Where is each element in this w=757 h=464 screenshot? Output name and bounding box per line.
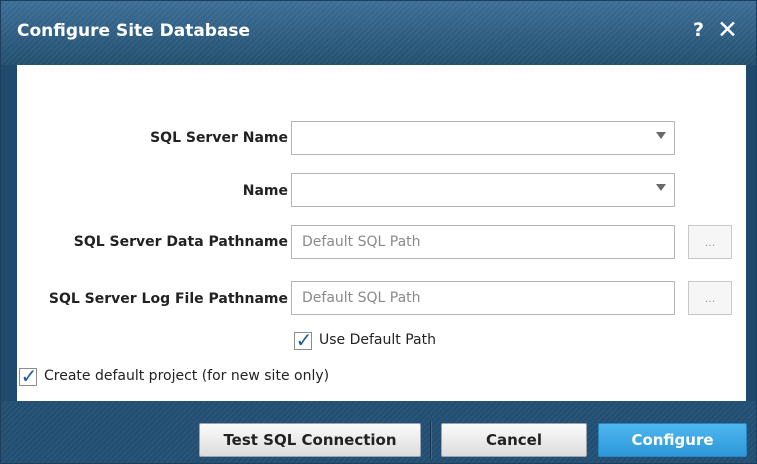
sql-server-name-dropdown[interactable] bbox=[291, 121, 675, 155]
data-pathname-browse-button[interactable]: ... bbox=[688, 225, 732, 259]
configure-site-database-dialog: Configure Site Database ? ✕ SQL Server N… bbox=[0, 0, 757, 464]
test-sql-connection-button[interactable]: Test SQL Connection bbox=[199, 423, 421, 457]
chevron-down-icon[interactable] bbox=[656, 132, 666, 139]
checkmark-icon: ✓ bbox=[295, 328, 313, 352]
use-default-path-checkbox[interactable]: ✓ bbox=[294, 328, 312, 352]
name-dropdown[interactable] bbox=[291, 173, 675, 207]
data-pathname-label: SQL Server Data Pathname bbox=[73, 234, 288, 250]
button-separator bbox=[430, 421, 432, 459]
configure-button[interactable]: Configure bbox=[598, 423, 747, 457]
dialog-title: Configure Site Database bbox=[17, 21, 251, 41]
sql-server-name-label: SQL Server Name bbox=[150, 130, 288, 146]
cancel-button[interactable]: Cancel bbox=[441, 423, 587, 457]
use-default-path-label: Use Default Path bbox=[319, 332, 436, 348]
help-icon[interactable]: ? bbox=[693, 19, 704, 41]
name-label: Name bbox=[242, 183, 288, 199]
create-default-project-label: Create default project (for new site onl… bbox=[44, 368, 330, 384]
data-pathname-input[interactable]: Default SQL Path bbox=[291, 225, 675, 259]
log-pathname-input[interactable]: Default SQL Path bbox=[291, 281, 675, 315]
chevron-down-icon[interactable] bbox=[656, 184, 666, 191]
create-default-project-checkbox[interactable]: ✓ bbox=[19, 364, 37, 388]
title-bar: Configure Site Database ? ✕ bbox=[1, 1, 756, 65]
log-pathname-label: SQL Server Log File Pathname bbox=[48, 291, 288, 307]
close-icon[interactable]: ✕ bbox=[717, 15, 738, 44]
form-panel: SQL Server Name Name SQL Server Data Pat… bbox=[17, 65, 746, 401]
dialog-footer: Test SQL Connection Cancel Configure bbox=[1, 401, 756, 463]
log-pathname-browse-button[interactable]: ... bbox=[688, 281, 732, 315]
checkmark-icon: ✓ bbox=[20, 364, 38, 388]
